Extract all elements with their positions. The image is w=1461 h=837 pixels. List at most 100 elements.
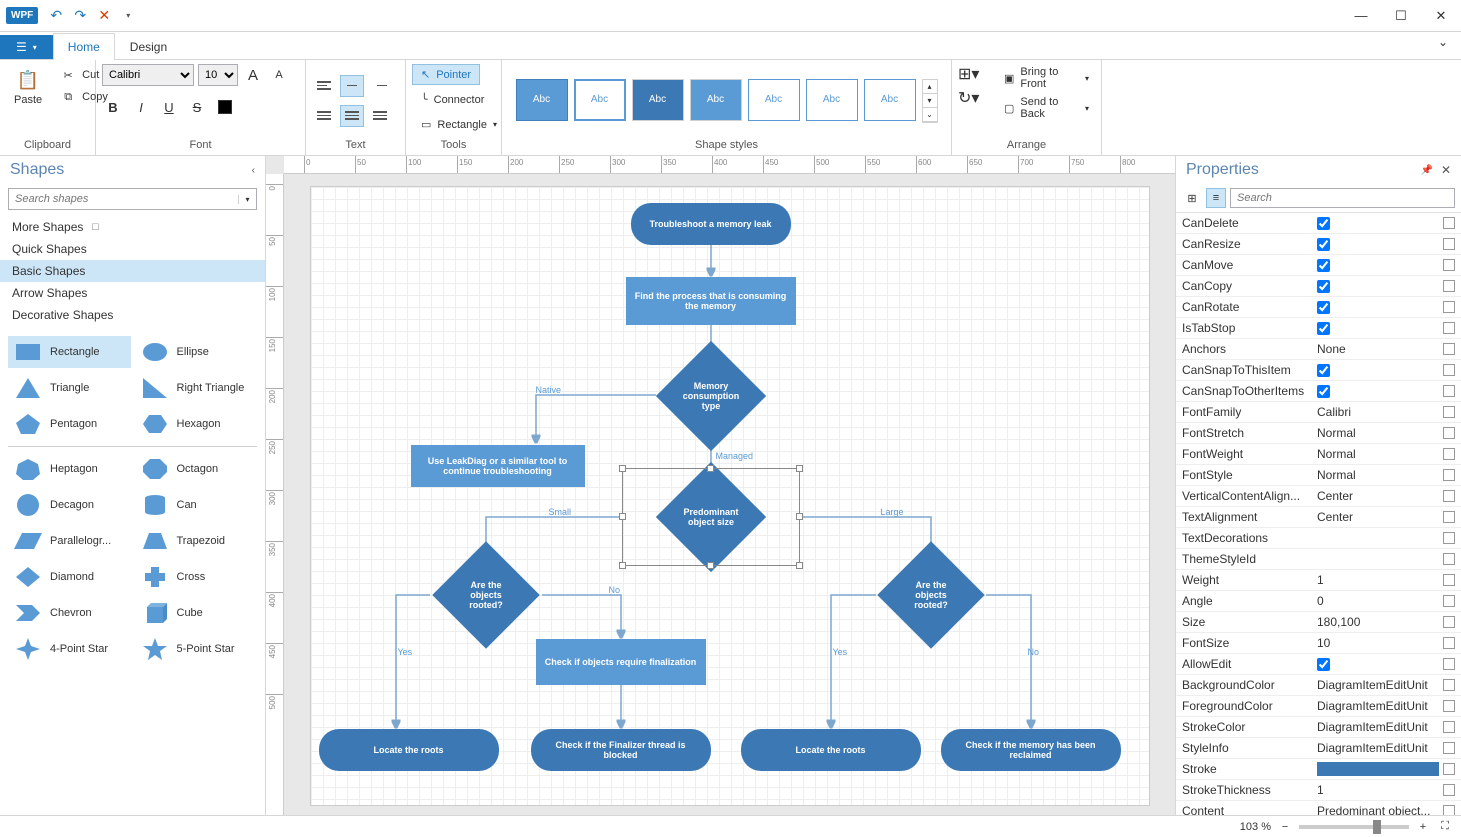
prop-value[interactable] bbox=[1311, 276, 1461, 296]
prop-checkbox[interactable] bbox=[1317, 658, 1330, 671]
prop-reset-icon[interactable] bbox=[1443, 637, 1455, 649]
prop-reset-icon[interactable] bbox=[1443, 805, 1455, 815]
prop-reset-icon[interactable] bbox=[1443, 280, 1455, 292]
cat-decorative-shapes[interactable]: Decorative Shapes bbox=[0, 304, 265, 326]
style-swatch-6[interactable]: Abc bbox=[806, 79, 858, 121]
prop-row-StyleInfo[interactable]: StyleInfoDiagramItemEditUnit bbox=[1176, 738, 1461, 759]
pointer-tool[interactable]: ↖Pointer bbox=[412, 64, 480, 85]
zoom-thumb[interactable] bbox=[1373, 820, 1381, 834]
prop-value[interactable]: DiagramItemEditUnit bbox=[1311, 717, 1461, 737]
style-swatch-7[interactable]: Abc bbox=[864, 79, 916, 121]
prop-value[interactable] bbox=[1311, 528, 1461, 548]
prop-row-CanSnapToThisItem[interactable]: CanSnapToThisItem bbox=[1176, 360, 1461, 381]
prop-row-TextDecorations[interactable]: TextDecorations bbox=[1176, 528, 1461, 549]
valign-bottom-button[interactable] bbox=[368, 105, 392, 127]
prop-value[interactable] bbox=[1311, 654, 1461, 674]
prop-value[interactable]: None bbox=[1311, 339, 1461, 359]
prop-value[interactable] bbox=[1311, 234, 1461, 254]
shape-cross[interactable]: Cross bbox=[135, 561, 258, 593]
prop-row-FontWeight[interactable]: FontWeightNormal bbox=[1176, 444, 1461, 465]
prop-value[interactable]: Center bbox=[1311, 507, 1461, 527]
prop-row-CanResize[interactable]: CanResize bbox=[1176, 234, 1461, 255]
node-finalizer-blocked[interactable]: Check if the Finalizer thread is blocked bbox=[531, 729, 711, 771]
prop-reset-icon[interactable] bbox=[1443, 448, 1455, 460]
prop-value[interactable] bbox=[1311, 360, 1461, 380]
valign-top-button[interactable] bbox=[312, 105, 336, 127]
shape-cube[interactable]: Cube bbox=[135, 597, 258, 629]
rectangle-tool[interactable]: ▭Rectangle▾ bbox=[412, 114, 506, 135]
prop-row-AllowEdit[interactable]: AllowEdit bbox=[1176, 654, 1461, 675]
prop-row-Content[interactable]: ContentPredominant object... bbox=[1176, 801, 1461, 815]
prop-row-CanDelete[interactable]: CanDelete bbox=[1176, 213, 1461, 234]
node-reclaimed[interactable]: Check if the memory has been reclaimed bbox=[941, 729, 1121, 771]
arrange-grid-icon[interactable]: ⊞▾ bbox=[958, 64, 986, 84]
shape-ellipse[interactable]: Ellipse bbox=[135, 336, 258, 368]
ribbon-collapse-button[interactable]: ⌄ bbox=[1425, 31, 1461, 59]
node-start[interactable]: Troubleshoot a memory leak bbox=[631, 203, 791, 245]
prop-row-Weight[interactable]: Weight1 bbox=[1176, 570, 1461, 591]
prop-reset-icon[interactable] bbox=[1443, 322, 1455, 334]
prop-reset-icon[interactable] bbox=[1443, 343, 1455, 355]
font-size-select[interactable]: 10 bbox=[198, 64, 238, 86]
prop-checkbox[interactable] bbox=[1317, 301, 1330, 314]
prop-checkbox[interactable] bbox=[1317, 385, 1330, 398]
prop-value[interactable] bbox=[1311, 759, 1461, 779]
pin-icon[interactable]: 📌 bbox=[1420, 165, 1432, 176]
prop-reset-icon[interactable] bbox=[1443, 259, 1455, 271]
connector-tool[interactable]: ╰Connector bbox=[412, 89, 493, 110]
prop-row-ThemeStyleId[interactable]: ThemeStyleId bbox=[1176, 549, 1461, 570]
prop-reset-icon[interactable] bbox=[1443, 364, 1455, 376]
prop-reset-icon[interactable] bbox=[1443, 427, 1455, 439]
prop-reset-icon[interactable] bbox=[1443, 553, 1455, 565]
minimize-button[interactable]: — bbox=[1341, 2, 1381, 30]
prop-reset-icon[interactable] bbox=[1443, 700, 1455, 712]
prop-reset-icon[interactable] bbox=[1443, 784, 1455, 796]
prop-checkbox[interactable] bbox=[1317, 259, 1330, 272]
prop-reset-icon[interactable] bbox=[1443, 658, 1455, 670]
style-swatch-4[interactable]: Abc bbox=[690, 79, 742, 121]
shape-4-point-star[interactable]: 4-Point Star bbox=[8, 633, 131, 665]
prop-row-CanCopy[interactable]: CanCopy bbox=[1176, 276, 1461, 297]
prop-value[interactable]: DiagramItemEditUnit bbox=[1311, 696, 1461, 716]
prop-row-StrokeThickness[interactable]: StrokeThickness1 bbox=[1176, 780, 1461, 801]
prop-value[interactable]: Normal bbox=[1311, 465, 1461, 485]
prop-value[interactable] bbox=[1311, 318, 1461, 338]
font-family-select[interactable]: Calibri bbox=[102, 64, 194, 86]
prop-value[interactable]: 10 bbox=[1311, 633, 1461, 653]
style-swatch-2[interactable]: Abc bbox=[574, 79, 626, 121]
prop-reset-icon[interactable] bbox=[1443, 301, 1455, 313]
canvas-scroll[interactable]: Troubleshoot a memory leak Find the proc… bbox=[284, 174, 1175, 815]
shape-can[interactable]: Can bbox=[135, 489, 258, 521]
shape-diamond[interactable]: Diamond bbox=[8, 561, 131, 593]
prop-reset-icon[interactable] bbox=[1443, 616, 1455, 628]
prop-checkbox[interactable] bbox=[1317, 322, 1330, 335]
prop-row-CanMove[interactable]: CanMove bbox=[1176, 255, 1461, 276]
prop-reset-icon[interactable] bbox=[1443, 721, 1455, 733]
style-swatch-1[interactable]: Abc bbox=[516, 79, 568, 121]
prop-reset-icon[interactable] bbox=[1443, 763, 1455, 775]
prop-reset-icon[interactable] bbox=[1443, 238, 1455, 250]
shape-rectangle[interactable]: Rectangle bbox=[8, 336, 131, 368]
prop-reset-icon[interactable] bbox=[1443, 469, 1455, 481]
tab-home[interactable]: Home bbox=[53, 33, 115, 60]
shapes-search[interactable]: ▾ bbox=[8, 188, 257, 210]
send-to-back-button[interactable]: ▢Send to Back▾ bbox=[998, 94, 1095, 122]
node-locate-roots-1[interactable]: Locate the roots bbox=[319, 729, 499, 771]
prop-row-IsTabStop[interactable]: IsTabStop bbox=[1176, 318, 1461, 339]
props-search-input[interactable] bbox=[1230, 188, 1455, 208]
prop-reset-icon[interactable] bbox=[1443, 217, 1455, 229]
prop-row-FontFamily[interactable]: FontFamilyCalibri bbox=[1176, 402, 1461, 423]
style-swatch-5[interactable]: Abc bbox=[748, 79, 800, 121]
qat-close-icon[interactable]: ✕ bbox=[96, 8, 112, 24]
shape-5-point-star[interactable]: 5-Point Star bbox=[135, 633, 258, 665]
prop-checkbox[interactable] bbox=[1317, 217, 1330, 230]
shape-heptagon[interactable]: Heptagon bbox=[8, 453, 131, 485]
prop-value[interactable]: 1 bbox=[1311, 570, 1461, 590]
node-finalization[interactable]: Check if objects require finalization bbox=[536, 639, 706, 685]
prop-value[interactable]: 1 bbox=[1311, 780, 1461, 800]
font-color-button[interactable] bbox=[214, 96, 236, 118]
canvas-page[interactable]: Troubleshoot a memory leak Find the proc… bbox=[310, 186, 1150, 806]
cat-more-shapes[interactable]: More Shapes☐ bbox=[0, 216, 265, 238]
strike-button[interactable]: S bbox=[186, 96, 208, 118]
grow-font-button[interactable]: A bbox=[242, 64, 264, 86]
